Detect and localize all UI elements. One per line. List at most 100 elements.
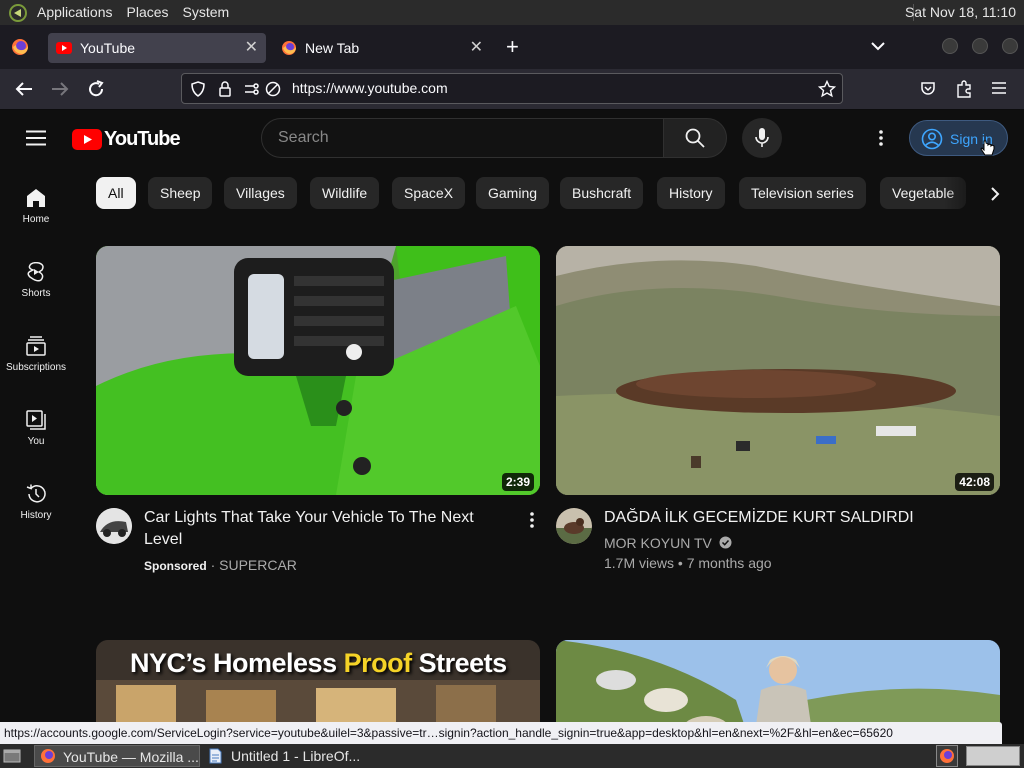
close-tab-icon[interactable]: ✕ bbox=[470, 39, 483, 57]
guide-menu-icon[interactable] bbox=[26, 130, 46, 146]
chip-bushcraft[interactable]: Bushcraft bbox=[560, 177, 644, 209]
meta-separator: · bbox=[210, 557, 220, 573]
view-count: 1.7M views bbox=[604, 555, 675, 571]
libreoffice-writer-task-icon bbox=[209, 748, 222, 764]
search-button[interactable] bbox=[663, 118, 727, 158]
taskbar-item-firefox[interactable]: YouTube — Mozilla ... bbox=[34, 745, 200, 767]
close-tab-icon[interactable]: ✕ bbox=[245, 39, 258, 57]
voice-search-button[interactable] bbox=[742, 118, 782, 158]
thumbnail-caption: NYC’s Homeless Proof Streets bbox=[130, 648, 507, 679]
browser-tab-strip: YouTube ✕ New Tab ✕ + bbox=[0, 25, 1024, 69]
sidebar-item-home[interactable]: Home bbox=[0, 188, 72, 225]
pocket-icon[interactable] bbox=[920, 81, 936, 97]
sidebar-item-history[interactable]: History bbox=[0, 484, 72, 521]
show-desktop-icon[interactable] bbox=[3, 748, 21, 764]
sidebar-item-label: Shorts bbox=[21, 288, 51, 299]
video-more-actions-icon[interactable] bbox=[529, 512, 535, 528]
chip-television-series[interactable]: Television series bbox=[739, 177, 866, 209]
chip-spacex[interactable]: SpaceX bbox=[392, 177, 466, 209]
chips-next-arrow-icon[interactable] bbox=[990, 186, 1000, 202]
chip-gaming[interactable]: Gaming bbox=[476, 177, 550, 209]
video-meta: Sponsored · SUPERCAR bbox=[144, 555, 297, 576]
permissions-icon[interactable] bbox=[244, 82, 260, 96]
mor-koyun-avatar-image bbox=[556, 508, 592, 544]
firefox-favicon-icon bbox=[282, 41, 296, 55]
forward-icon[interactable] bbox=[51, 81, 69, 97]
video-title[interactable]: Car Lights That Take Your Vehicle To The… bbox=[144, 507, 514, 551]
sidebar-item-shorts[interactable]: Shorts bbox=[0, 262, 72, 299]
tracking-protection-shield-icon[interactable] bbox=[190, 81, 206, 97]
window-maximize-button[interactable] bbox=[972, 38, 988, 54]
video-thumbnail[interactable] bbox=[556, 640, 1000, 726]
subscriptions-icon bbox=[26, 336, 46, 356]
chip-villages[interactable]: Villages bbox=[224, 177, 297, 209]
video-title[interactable]: DAĞDA İLK GECEMİZDE KURT SALDIRDI bbox=[604, 507, 984, 529]
sidebar-item-label: Home bbox=[22, 214, 50, 225]
tray-firefox-icon[interactable] bbox=[936, 745, 958, 767]
firefox-menu-icon[interactable] bbox=[11, 38, 29, 56]
window-close-button[interactable] bbox=[1002, 38, 1018, 54]
window-minimize-button[interactable] bbox=[942, 38, 958, 54]
microphone-icon bbox=[755, 128, 769, 147]
verified-badge-icon bbox=[719, 536, 732, 549]
youtube-logo-icon bbox=[72, 128, 102, 150]
car-light-thumbnail-image bbox=[96, 246, 540, 495]
bookmark-star-icon[interactable] bbox=[818, 80, 836, 98]
chip-history[interactable]: History bbox=[657, 177, 725, 209]
channel-name[interactable]: MOR KOYUN TV bbox=[604, 535, 712, 551]
search-input[interactable]: Search bbox=[261, 118, 664, 158]
panel-clock[interactable]: Sat Nov 18, 11:10 bbox=[905, 0, 1016, 25]
settings-more-icon[interactable] bbox=[878, 130, 884, 146]
tab-title: YouTube bbox=[80, 40, 136, 56]
youtube-page: YouTube Search Sign in Home Shorts Subsc… bbox=[0, 110, 1024, 726]
list-all-tabs-icon[interactable] bbox=[871, 41, 885, 51]
caption-part-2: Proof bbox=[343, 648, 413, 678]
video-duration: 2:39 bbox=[501, 473, 534, 491]
search-placeholder: Search bbox=[278, 129, 329, 146]
task-label: Untitled 1 - LibreOf... bbox=[231, 748, 361, 764]
task-label: YouTube — Mozilla ... bbox=[63, 749, 199, 765]
autoplay-blocked-icon[interactable] bbox=[265, 81, 281, 97]
extensions-icon[interactable] bbox=[956, 80, 972, 98]
new-tab-button[interactable]: + bbox=[506, 33, 519, 61]
sidebar-item-you[interactable]: You bbox=[0, 410, 72, 447]
system-menu[interactable]: System bbox=[176, 0, 237, 25]
video-stats: 1.7M views • 7 months ago bbox=[604, 553, 772, 573]
tab-new-tab[interactable]: New Tab ✕ bbox=[273, 33, 491, 63]
chip-wildlife[interactable]: Wildlife bbox=[310, 177, 380, 209]
back-icon[interactable] bbox=[15, 81, 33, 97]
workspace-switcher[interactable] bbox=[966, 746, 1020, 766]
chip-sheep[interactable]: Sheep bbox=[148, 177, 213, 209]
sheep-herd-thumbnail-image bbox=[556, 246, 1000, 495]
channel-avatar[interactable] bbox=[96, 508, 132, 544]
firefox-task-icon bbox=[41, 749, 55, 763]
tab-title: New Tab bbox=[305, 40, 360, 56]
taskbar-item-libreoffice[interactable]: Untitled 1 - LibreOf... bbox=[203, 745, 373, 767]
reload-icon[interactable] bbox=[87, 80, 105, 98]
channel-name[interactable]: SUPERCAR bbox=[219, 557, 297, 573]
search-icon bbox=[685, 128, 705, 148]
hamburger-menu-icon[interactable] bbox=[992, 82, 1006, 94]
video-thumbnail[interactable]: 2:39 bbox=[96, 246, 540, 495]
meta-separator: • bbox=[677, 555, 687, 571]
chips-fade bbox=[944, 170, 1024, 216]
upload-age: 7 months ago bbox=[686, 555, 772, 571]
youtube-logo[interactable]: YouTube bbox=[72, 127, 181, 151]
sidebar-item-label: Subscriptions bbox=[5, 362, 67, 373]
account-icon bbox=[921, 128, 943, 150]
applications-menu[interactable]: Applications bbox=[30, 0, 120, 25]
sidebar-item-subscriptions[interactable]: Subscriptions bbox=[0, 336, 72, 373]
chip-all[interactable]: All bbox=[96, 177, 136, 209]
places-menu[interactable]: Places bbox=[120, 0, 176, 25]
supercar-avatar-image bbox=[96, 508, 132, 544]
channel-avatar[interactable] bbox=[556, 508, 592, 544]
video-thumbnail[interactable]: 42:08 bbox=[556, 246, 1000, 495]
shepherd-woman-thumbnail-image bbox=[556, 640, 1000, 726]
address-bar[interactable]: https://www.youtube.com bbox=[181, 73, 843, 104]
lock-icon[interactable] bbox=[218, 81, 232, 97]
tab-youtube[interactable]: YouTube ✕ bbox=[48, 33, 266, 63]
url-text[interactable]: https://www.youtube.com bbox=[292, 80, 448, 96]
top-panel: Applications Places System Sat Nov 18, 1… bbox=[0, 0, 1024, 25]
distro-logo-icon[interactable] bbox=[8, 3, 28, 23]
video-thumbnail[interactable]: NYC’s Homeless Proof Streets bbox=[96, 640, 540, 726]
